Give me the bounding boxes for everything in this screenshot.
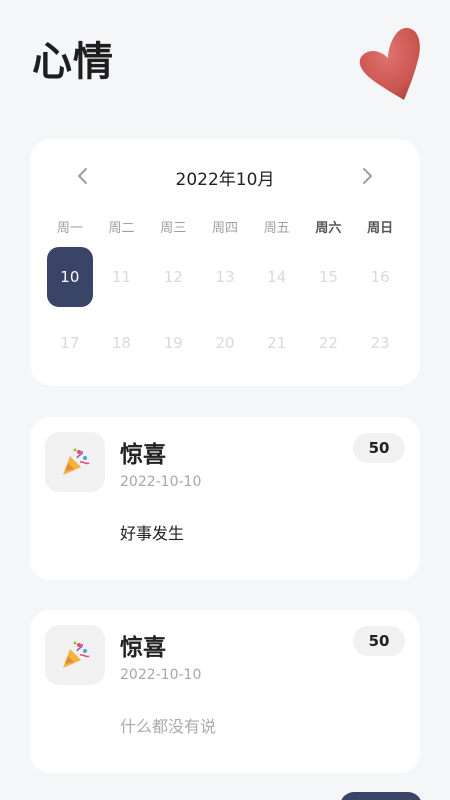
entry-date: 2022-10-10 (120, 667, 202, 683)
calendar-header: 2022年10月 (30, 161, 420, 191)
party-popper-icon (45, 625, 105, 685)
heart-icon[interactable] (358, 24, 422, 104)
entry-score-badge: 50 (353, 433, 405, 463)
weekday-label: 周六 (315, 221, 342, 236)
mood-page: 心情 2022年10月 周一 周二 周三 周四 周五 周六 周日 10 11 1… (0, 0, 450, 800)
calendar-day[interactable]: 15 (303, 247, 355, 307)
party-popper-icon (45, 432, 105, 492)
entry-mood-title: 惊喜 (120, 635, 166, 661)
calendar-day[interactable]: 23 (354, 313, 406, 373)
weekday-label: 周二 (108, 221, 135, 236)
calendar-day-selected[interactable]: 10 (44, 247, 96, 307)
calendar-days-grid: 10 11 12 13 14 15 16 17 18 19 20 21 22 2… (44, 247, 406, 373)
add-entry-button[interactable] (340, 792, 422, 800)
calendar-day[interactable]: 11 (96, 247, 148, 307)
chevron-right-icon (363, 168, 372, 184)
calendar-card: 2022年10月 周一 周二 周三 周四 周五 周六 周日 10 11 12 1… (30, 139, 420, 386)
entry-score-badge: 50 (353, 626, 405, 656)
calendar-day[interactable]: 20 (199, 313, 251, 373)
weekday-label: 周四 (211, 221, 238, 236)
weekday-label: 周日 (367, 221, 394, 236)
calendar-day[interactable]: 22 (303, 313, 355, 373)
entry-mood-title: 惊喜 (120, 442, 166, 468)
entry-note: 什么都没有说 (120, 717, 217, 736)
calendar-day[interactable]: 21 (251, 313, 303, 373)
entry-note: 好事发生 (120, 524, 185, 543)
next-month-button[interactable] (352, 161, 382, 191)
calendar-day[interactable]: 17 (44, 313, 96, 373)
mood-entry-card[interactable]: 惊喜 2022-10-10 50 好事发生 (30, 417, 420, 580)
mood-entry-card[interactable]: 惊喜 2022-10-10 50 什么都没有说 (30, 610, 420, 773)
weekday-label: 周五 (263, 221, 290, 236)
calendar-day[interactable]: 13 (199, 247, 251, 307)
calendar-day[interactable]: 12 (147, 247, 199, 307)
calendar-day[interactable]: 19 (147, 313, 199, 373)
calendar-day[interactable]: 18 (96, 313, 148, 373)
calendar-day[interactable]: 16 (354, 247, 406, 307)
header: 心情 (32, 27, 422, 106)
weekday-row: 周一 周二 周三 周四 周五 周六 周日 (44, 217, 406, 236)
calendar-day[interactable]: 14 (251, 247, 303, 307)
weekday-label: 周三 (160, 221, 187, 236)
calendar-day-label: 10 (46, 247, 93, 307)
weekday-label: 周一 (56, 221, 83, 236)
entry-date: 2022-10-10 (120, 474, 202, 490)
